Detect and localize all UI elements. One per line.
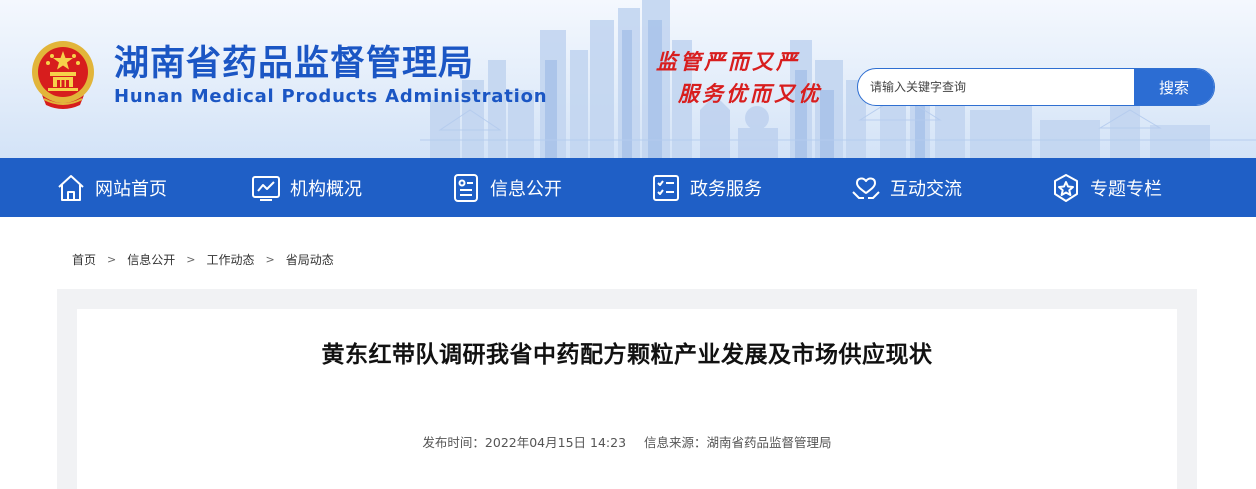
nav-item-label: 网站首页: [95, 178, 167, 200]
national-emblem-icon: [32, 41, 94, 109]
article-meta: 发布时间：2022年04月15日 14:23 信息来源：湖南省药品监督管理局: [77, 432, 1177, 451]
nav-item-topics[interactable]: 专题专栏: [1006, 158, 1206, 217]
site-subtitle: Hunan Medical Products Administration: [114, 86, 548, 107]
article-source: 信息来源：湖南省药品监督管理局: [644, 435, 832, 450]
chart-monitor-icon: [252, 175, 280, 201]
breadcrumb-bureau-news[interactable]: 省局动态: [286, 251, 334, 268]
main-nav: 网站首页 机构概况 信息公开 政务服务 互动交流 专题专栏: [0, 158, 1256, 217]
publish-time: 发布时间：2022年04月15日 14:23: [422, 435, 627, 450]
home-icon: [58, 174, 84, 201]
nav-item-interaction[interactable]: 互动交流: [806, 158, 1006, 217]
breadcrumb-info-public[interactable]: 信息公开: [127, 251, 175, 268]
article-title: 黄东红带队调研我省中药配方颗粒产业发展及市场供应现状: [321, 342, 933, 368]
nav-item-label: 政务服务: [690, 178, 762, 200]
breadcrumb-separator: >: [107, 253, 117, 266]
article-card: 黄东红带队调研我省中药配方颗粒产业发展及市场供应现状 发布时间：2022年04月…: [77, 309, 1177, 489]
breadcrumb: 首页 > 信息公开 > 工作动态 > 省局动态: [72, 251, 334, 268]
heart-hands-icon: [852, 177, 880, 199]
breadcrumb-separator: >: [265, 253, 275, 266]
slogan-line-2: 服务优而又优: [678, 81, 822, 106]
site-title: 湖南省药品监督管理局: [114, 44, 475, 84]
search-button[interactable]: 搜索: [1134, 69, 1214, 105]
nav-item-label: 信息公开: [490, 178, 562, 200]
info-card-icon: [454, 173, 478, 202]
nav-item-services[interactable]: 政务服务: [606, 158, 806, 217]
nav-item-about[interactable]: 机构概况: [206, 158, 406, 217]
slogan-line-1: 监管严而又严: [656, 49, 800, 74]
breadcrumb-separator: >: [186, 253, 196, 266]
nav-item-label: 机构概况: [290, 178, 362, 200]
star-badge-icon: [1054, 173, 1078, 202]
breadcrumb-home[interactable]: 首页: [72, 251, 96, 268]
nav-item-info[interactable]: 信息公开: [406, 158, 606, 217]
nav-item-label: 专题专栏: [1090, 178, 1162, 200]
checklist-icon: [653, 174, 679, 201]
breadcrumb-work-news[interactable]: 工作动态: [206, 251, 254, 268]
nav-item-label: 互动交流: [890, 178, 962, 200]
search-input[interactable]: [858, 69, 1134, 105]
nav-item-home[interactable]: 网站首页: [16, 158, 206, 217]
site-header: 湖南省药品监督管理局 Hunan Medical Products Admini…: [0, 0, 1256, 158]
search-box: 搜索: [857, 68, 1215, 106]
